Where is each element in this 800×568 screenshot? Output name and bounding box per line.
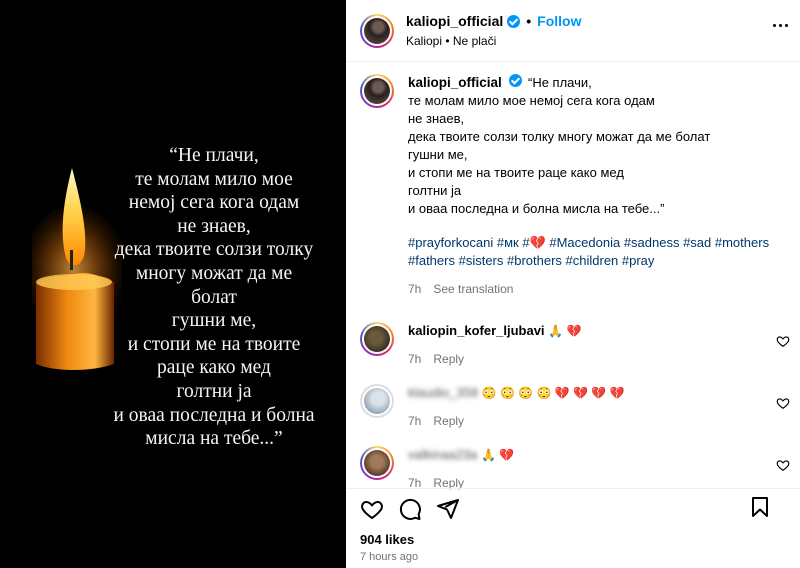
comment-username[interactable]: klaudio_358: [408, 385, 478, 400]
comment-avatar[interactable]: [360, 446, 394, 480]
caption: kaliopi_official “Не плачи, те молам мил…: [346, 62, 800, 298]
separator-dot: •: [526, 13, 532, 29]
avatar[interactable]: [360, 13, 394, 48]
comment-item: klaudio_358 😳 😳 😳 😳 💔 💔 💔 💔 7h Reply: [346, 374, 800, 436]
like-count[interactable]: 904 likes: [360, 532, 414, 547]
comment-time: 7h: [408, 414, 422, 428]
share-icon[interactable]: [436, 497, 460, 521]
comment-username[interactable]: kaliopin_kofer_ljubavi: [408, 323, 545, 338]
caption-verified-badge-icon: [509, 74, 523, 87]
see-translation-link[interactable]: See translation: [433, 280, 513, 298]
comment-icon[interactable]: [398, 497, 422, 521]
comment-time: 7h: [408, 352, 422, 366]
follow-button[interactable]: Follow: [537, 12, 581, 30]
post-timestamp: 7 hours ago: [360, 551, 419, 563]
like-heart-icon[interactable]: [360, 497, 384, 521]
like-comment-heart-icon[interactable]: [776, 396, 790, 410]
quote-text: “Не плачи, те молам мило мое немој сега …: [113, 145, 315, 450]
audio-label[interactable]: Kaliopi • Ne plači: [406, 33, 581, 49]
comment-list: kaliopin_kofer_ljubavi 🙏 💔 7h Reply klau…: [346, 312, 800, 498]
comment-text: 😳 😳 😳 😳 💔 💔 💔 💔: [481, 386, 625, 400]
caption-avatar[interactable]: [360, 74, 394, 108]
comment-avatar[interactable]: [360, 322, 394, 356]
avatar-image: [364, 17, 390, 44]
more-options-icon[interactable]: [773, 24, 788, 27]
action-bar: [346, 488, 800, 522]
comment-avatar-image: [364, 450, 390, 476]
bookmark-icon[interactable]: [748, 495, 772, 519]
caption-avatar-image: [364, 78, 390, 104]
post-header: kaliopi_official • Follow Kaliopi • Ne p…: [346, 0, 800, 62]
caption-text: “Не плачи, те молам мило мое немој сега …: [408, 75, 711, 216]
comment-avatar-image: [364, 388, 390, 414]
comment-item: kaliopin_kofer_ljubavi 🙏 💔 7h Reply: [346, 312, 800, 374]
comment-avatar[interactable]: [360, 384, 394, 418]
comment-text: 🙏 💔: [481, 448, 515, 462]
comment-text: 🙏 💔: [548, 324, 582, 338]
comment-avatar-image: [364, 326, 390, 352]
like-comment-heart-icon[interactable]: [776, 458, 790, 472]
caption-time: 7h: [408, 282, 422, 296]
verified-badge-icon: [507, 14, 521, 28]
reply-button[interactable]: Reply: [433, 350, 464, 368]
reply-button[interactable]: Reply: [433, 412, 464, 430]
post-image[interactable]: “Не плачи, те молам мило мое немој сега …: [0, 0, 346, 568]
post-sidebar: kaliopi_official • Follow Kaliopi • Ne p…: [346, 0, 800, 568]
like-comment-heart-icon[interactable]: [776, 334, 790, 348]
caption-username[interactable]: kaliopi_official: [408, 75, 502, 90]
caption-hashtags[interactable]: #prayforkocani #мк #💔 #Macedonia #sadnes…: [408, 234, 786, 270]
header-username[interactable]: kaliopi_official: [406, 12, 503, 30]
comment-username[interactable]: valkinaa23a: [408, 447, 477, 462]
